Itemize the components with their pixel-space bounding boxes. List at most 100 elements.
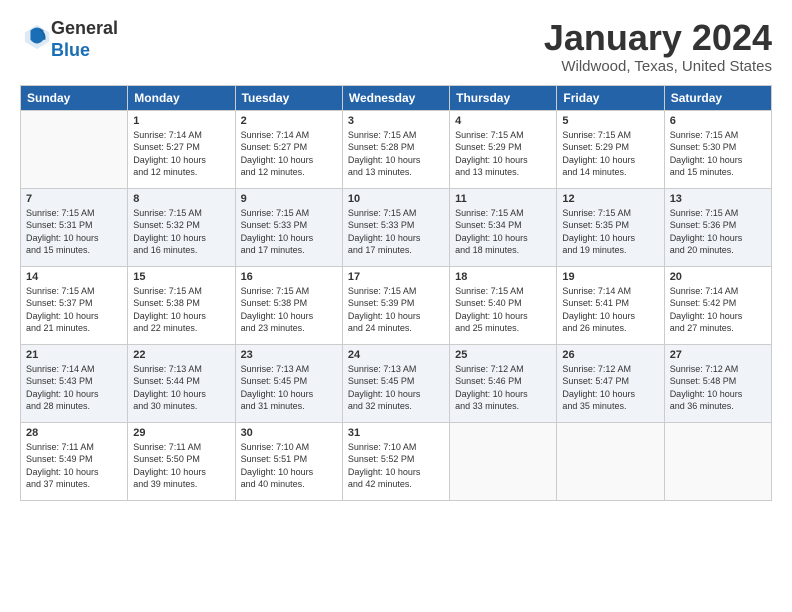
calendar-cell: 20Sunrise: 7:14 AM Sunset: 5:42 PM Dayli… — [664, 266, 771, 344]
calendar-week-row: 21 Sunrise: 7:14 AM Sunset: 5:43 PM Dayli… — [21, 344, 772, 422]
day-number: 5 — [562, 115, 658, 127]
calendar-cell — [21, 110, 128, 188]
calendar-cell: 21 Sunrise: 7:14 AM Sunset: 5:43 PM Dayli… — [21, 344, 128, 422]
day-number: 29 — [133, 427, 229, 439]
day-info: Sunrise: 7:15 AM Sunset: 5:38 PM Dayligh… — [133, 285, 229, 335]
calendar-subtitle: Wildwood, Texas, United States — [544, 58, 772, 75]
calendar-cell: 24Sunrise: 7:13 AM Sunset: 5:45 PM Dayli… — [342, 344, 449, 422]
day-number: 6 — [670, 115, 766, 127]
calendar-cell: 1Sunrise: 7:14 AM Sunset: 5:27 PM Daylig… — [128, 110, 235, 188]
calendar-cell: 16 Sunrise: 7:15 AM Sunset: 5:38 PM Dayli… — [235, 266, 342, 344]
calendar-cell: 19 Sunrise: 7:14 AM Sunset: 5:41 PM Dayli… — [557, 266, 664, 344]
calendar-week-row: 1Sunrise: 7:14 AM Sunset: 5:27 PM Daylig… — [21, 110, 772, 188]
day-info: Sunrise: 7:12 AM Sunset: 5:48 PM Dayligh… — [670, 363, 766, 413]
day-number: 13 — [670, 193, 766, 205]
weekday-header-wednesday: Wednesday — [342, 85, 449, 110]
day-number: 3 — [348, 115, 444, 127]
day-info: Sunrise: 7:11 AM Sunset: 5:49 PM Dayligh… — [26, 441, 122, 491]
day-number: 12 — [562, 193, 658, 205]
day-info: Sunrise: 7:15 AM Sunset: 5:40 PM Dayligh… — [455, 285, 551, 335]
day-number: 9 — [241, 193, 337, 205]
day-info: Sunrise: 7:13 AM Sunset: 5:45 PM Dayligh… — [241, 363, 337, 413]
calendar-cell — [450, 422, 557, 500]
calendar-cell: 13Sunrise: 7:15 AM Sunset: 5:36 PM Dayli… — [664, 188, 771, 266]
day-number: 30 — [241, 427, 337, 439]
weekday-header-thursday: Thursday — [450, 85, 557, 110]
calendar-cell: 22 Sunrise: 7:13 AM Sunset: 5:44 PM Dayli… — [128, 344, 235, 422]
calendar-cell: 25Sunrise: 7:12 AM Sunset: 5:46 PM Dayli… — [450, 344, 557, 422]
day-number: 23 — [241, 349, 337, 361]
logo-general-text: General — [51, 18, 118, 38]
day-info: Sunrise: 7:13 AM Sunset: 5:44 PM Dayligh… — [133, 363, 229, 413]
day-number: 31 — [348, 427, 444, 439]
day-number: 18 — [455, 271, 551, 283]
calendar-cell: 18 Sunrise: 7:15 AM Sunset: 5:40 PM Dayli… — [450, 266, 557, 344]
day-info: Sunrise: 7:14 AM Sunset: 5:41 PM Dayligh… — [562, 285, 658, 335]
day-number: 15 — [133, 271, 229, 283]
calendar-cell: 17 Sunrise: 7:15 AM Sunset: 5:39 PM Dayli… — [342, 266, 449, 344]
day-info: Sunrise: 7:15 AM Sunset: 5:28 PM Dayligh… — [348, 129, 444, 179]
day-info: Sunrise: 7:15 AM Sunset: 5:29 PM Dayligh… — [455, 129, 551, 179]
day-info: Sunrise: 7:14 AM Sunset: 5:42 PM Dayligh… — [670, 285, 766, 335]
calendar-cell: 28Sunrise: 7:11 AM Sunset: 5:49 PM Dayli… — [21, 422, 128, 500]
calendar-cell: 10 Sunrise: 7:15 AM Sunset: 5:33 PM Dayli… — [342, 188, 449, 266]
day-number: 26 — [562, 349, 658, 361]
calendar-cell: 23 Sunrise: 7:13 AM Sunset: 5:45 PM Dayli… — [235, 344, 342, 422]
calendar-cell: 14Sunrise: 7:15 AM Sunset: 5:37 PM Dayli… — [21, 266, 128, 344]
day-number: 4 — [455, 115, 551, 127]
day-number: 2 — [241, 115, 337, 127]
calendar-cell: 30Sunrise: 7:10 AM Sunset: 5:51 PM Dayli… — [235, 422, 342, 500]
calendar-cell: 6 Sunrise: 7:15 AM Sunset: 5:30 PM Daylig… — [664, 110, 771, 188]
calendar-cell: 2Sunrise: 7:14 AM Sunset: 5:27 PM Daylig… — [235, 110, 342, 188]
day-number: 19 — [562, 271, 658, 283]
day-info: Sunrise: 7:15 AM Sunset: 5:35 PM Dayligh… — [562, 207, 658, 257]
day-number: 11 — [455, 193, 551, 205]
day-number: 25 — [455, 349, 551, 361]
title-block: January 2024 Wildwood, Texas, United Sta… — [544, 18, 772, 75]
logo-icon — [23, 23, 51, 51]
day-info: Sunrise: 7:11 AM Sunset: 5:50 PM Dayligh… — [133, 441, 229, 491]
calendar-cell: 15 Sunrise: 7:15 AM Sunset: 5:38 PM Dayli… — [128, 266, 235, 344]
calendar-cell: 4 Sunrise: 7:15 AM Sunset: 5:29 PM Daylig… — [450, 110, 557, 188]
day-number: 10 — [348, 193, 444, 205]
calendar-cell: 11 Sunrise: 7:15 AM Sunset: 5:34 PM Dayli… — [450, 188, 557, 266]
day-info: Sunrise: 7:15 AM Sunset: 5:32 PM Dayligh… — [133, 207, 229, 257]
day-number: 14 — [26, 271, 122, 283]
weekday-header-monday: Monday — [128, 85, 235, 110]
day-info: Sunrise: 7:15 AM Sunset: 5:31 PM Dayligh… — [26, 207, 122, 257]
day-info: Sunrise: 7:15 AM Sunset: 5:39 PM Dayligh… — [348, 285, 444, 335]
calendar-cell: 9 Sunrise: 7:15 AM Sunset: 5:33 PM Daylig… — [235, 188, 342, 266]
weekday-header-saturday: Saturday — [664, 85, 771, 110]
calendar-cell: 5 Sunrise: 7:15 AM Sunset: 5:29 PM Daylig… — [557, 110, 664, 188]
day-number: 1 — [133, 115, 229, 127]
calendar-cell: 26 Sunrise: 7:12 AM Sunset: 5:47 PM Dayli… — [557, 344, 664, 422]
weekday-header-sunday: Sunday — [21, 85, 128, 110]
calendar-title: January 2024 — [544, 18, 772, 58]
calendar-cell: 31 Sunrise: 7:10 AM Sunset: 5:52 PM Dayli… — [342, 422, 449, 500]
calendar-cell: 7Sunrise: 7:15 AM Sunset: 5:31 PM Daylig… — [21, 188, 128, 266]
day-number: 24 — [348, 349, 444, 361]
day-number: 17 — [348, 271, 444, 283]
calendar-cell — [664, 422, 771, 500]
weekday-header-row: SundayMondayTuesdayWednesdayThursdayFrid… — [21, 85, 772, 110]
day-number: 21 — [26, 349, 122, 361]
calendar-cell: 27 Sunrise: 7:12 AM Sunset: 5:48 PM Dayli… — [664, 344, 771, 422]
calendar-week-row: 7Sunrise: 7:15 AM Sunset: 5:31 PM Daylig… — [21, 188, 772, 266]
calendar-cell: 3 Sunrise: 7:15 AM Sunset: 5:28 PM Daylig… — [342, 110, 449, 188]
day-info: Sunrise: 7:15 AM Sunset: 5:34 PM Dayligh… — [455, 207, 551, 257]
day-info: Sunrise: 7:15 AM Sunset: 5:38 PM Dayligh… — [241, 285, 337, 335]
day-number: 16 — [241, 271, 337, 283]
day-info: Sunrise: 7:12 AM Sunset: 5:47 PM Dayligh… — [562, 363, 658, 413]
day-info: Sunrise: 7:15 AM Sunset: 5:30 PM Dayligh… — [670, 129, 766, 179]
day-info: Sunrise: 7:10 AM Sunset: 5:52 PM Dayligh… — [348, 441, 444, 491]
calendar-cell: 29 Sunrise: 7:11 AM Sunset: 5:50 PM Dayli… — [128, 422, 235, 500]
header: General Blue January 2024 Wildwood, Texa… — [20, 18, 772, 75]
day-number: 27 — [670, 349, 766, 361]
calendar-cell — [557, 422, 664, 500]
day-info: Sunrise: 7:15 AM Sunset: 5:33 PM Dayligh… — [348, 207, 444, 257]
day-info: Sunrise: 7:15 AM Sunset: 5:29 PM Dayligh… — [562, 129, 658, 179]
calendar-cell: 12 Sunrise: 7:15 AM Sunset: 5:35 PM Dayli… — [557, 188, 664, 266]
day-info: Sunrise: 7:14 AM Sunset: 5:43 PM Dayligh… — [26, 363, 122, 413]
day-number: 22 — [133, 349, 229, 361]
day-info: Sunrise: 7:15 AM Sunset: 5:33 PM Dayligh… — [241, 207, 337, 257]
